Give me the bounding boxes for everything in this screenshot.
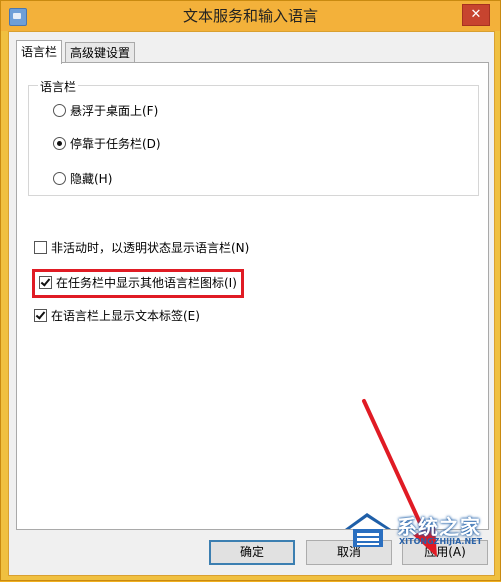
radio-hidden-label: 隐藏(H) [70, 172, 113, 186]
checkbox-transparent-when-inactive[interactable]: 非活动时，以透明状态显示语言栏(N) [34, 239, 249, 257]
language-bar-groupbox: 语言栏 悬浮于桌面上(F) 停靠于任务栏(D) 隐藏(H) [28, 78, 479, 196]
tab-advanced-key-settings[interactable]: 高级键设置 [65, 42, 136, 63]
house-logo-icon [345, 513, 391, 547]
groupbox-label: 语言栏 [38, 78, 79, 95]
checkbox-show-text-labels[interactable]: 在语言栏上显示文本标签(E) [34, 307, 200, 325]
checkbox-show-additional-icons[interactable]: 在任务栏中显示其他语言栏图标(I) [39, 274, 237, 292]
radio-float-label: 悬浮于桌面上(F) [70, 104, 159, 118]
watermark-subtext: XITONGZHIJIA.NET [399, 537, 483, 546]
checkbox-additional-icons-indicator[interactable] [39, 276, 52, 289]
window-title: 文本服务和输入语言 [182, 7, 318, 25]
radio-dock-indicator[interactable] [53, 137, 66, 150]
watermark: 系统之家 XITONGZHIJIA.NET [341, 501, 501, 571]
checkbox-text-labels-label: 在语言栏上显示文本标签(E) [51, 309, 200, 323]
tab-page-language-bar: 语言栏 悬浮于桌面上(F) 停靠于任务栏(D) 隐藏(H) 非活动时，以透明状态… [16, 62, 489, 530]
checkbox-text-labels-indicator[interactable] [34, 309, 47, 322]
radio-dock-in-taskbar[interactable]: 停靠于任务栏(D) [53, 135, 161, 153]
close-button[interactable]: ✕ [462, 4, 490, 26]
radio-float-on-desktop[interactable]: 悬浮于桌面上(F) [53, 102, 158, 120]
title-bar[interactable]: 文本服务和输入语言 ✕ [1, 1, 500, 31]
checkbox-additional-icons-label: 在任务栏中显示其他语言栏图标(I) [56, 276, 237, 290]
watermark-text: 系统之家 [397, 515, 481, 539]
tab-language-bar[interactable]: 语言栏 [16, 40, 63, 64]
dialog-client-area: 语言栏 高级键设置 语言栏 悬浮于桌面上(F) 停靠于任务栏(D) 隐藏(H) … [8, 31, 495, 576]
dialog-window: 文本服务和输入语言 ✕ 语言栏 高级键设置 语言栏 悬浮于桌面上(F) 停靠于任… [0, 0, 501, 581]
ok-button[interactable]: 确定 [209, 540, 295, 565]
radio-float-indicator[interactable] [53, 104, 66, 117]
checkbox-transparent-indicator[interactable] [34, 241, 47, 254]
radio-dock-label: 停靠于任务栏(D) [70, 137, 161, 151]
checkbox-transparent-label: 非活动时，以透明状态显示语言栏(N) [51, 241, 250, 255]
radio-hidden-indicator[interactable] [53, 172, 66, 185]
radio-hidden[interactable]: 隐藏(H) [53, 170, 112, 188]
